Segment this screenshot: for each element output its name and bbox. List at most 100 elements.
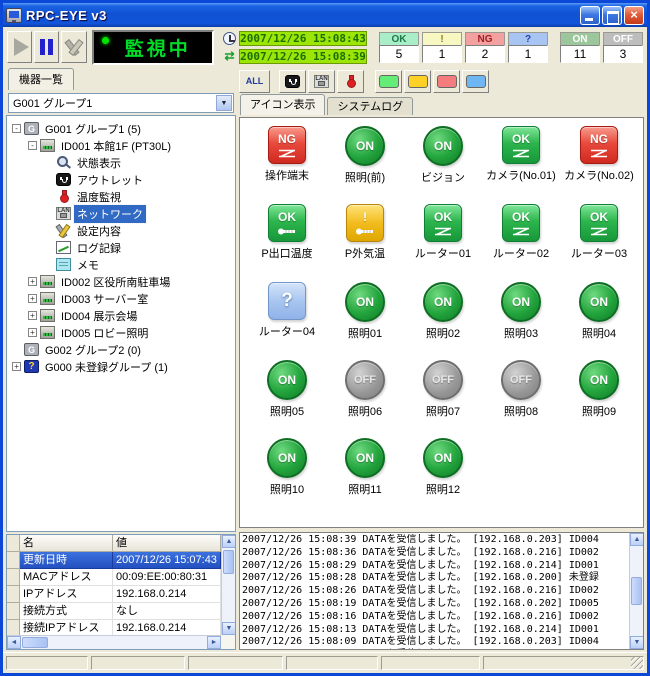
tree-expander[interactable]: - xyxy=(12,124,21,133)
property-row[interactable]: 更新日時 2007/12/26 15:07:43 xyxy=(7,552,221,569)
device-status-cell[interactable]: ON 照明01 xyxy=(326,282,404,360)
tree-item[interactable]: - ID001 本館1F (PT30L) xyxy=(7,137,235,154)
tree-expander[interactable]: + xyxy=(12,362,21,371)
device-status-icon[interactable]: OFF xyxy=(501,360,541,400)
tree-expander[interactable]: + xyxy=(28,294,37,303)
device-status-cell[interactable]: NG 操作端末 xyxy=(248,126,326,204)
property-row[interactable]: IPアドレス 192.168.0.214 xyxy=(7,586,221,603)
device-status-cell[interactable]: ON ビジョン xyxy=(404,126,482,204)
device-status-icon[interactable]: ! xyxy=(346,204,384,242)
device-status-cell[interactable]: ON 照明03 xyxy=(482,282,560,360)
device-status-cell[interactable]: ON 照明02 xyxy=(404,282,482,360)
tree-item[interactable]: ログ記録 xyxy=(7,239,235,256)
filter-outlet-button[interactable] xyxy=(279,70,306,93)
minimize-button[interactable] xyxy=(580,6,600,25)
tree-expander[interactable]: + xyxy=(28,311,37,320)
scroll-up-icon[interactable]: ▲ xyxy=(222,535,236,548)
device-status-icon[interactable]: ON xyxy=(345,282,385,322)
settings-button[interactable] xyxy=(61,31,86,63)
property-row[interactable]: MACアドレス 00:09:EE:00:80:31 xyxy=(7,569,221,586)
maximize-button[interactable] xyxy=(602,6,622,25)
device-status-icon[interactable]: ON xyxy=(345,438,385,478)
device-status-icon[interactable]: ? xyxy=(268,282,306,320)
device-status-cell[interactable]: ON 照明12 xyxy=(404,438,482,516)
device-status-icon[interactable]: NG xyxy=(268,126,306,164)
device-status-icon[interactable]: ON xyxy=(267,360,307,400)
filter-green-button[interactable] xyxy=(375,70,402,93)
scroll-down-icon[interactable]: ▼ xyxy=(630,636,644,649)
device-status-icon[interactable]: OK xyxy=(580,204,618,242)
group-select[interactable]: G001 グループ1 ▼ xyxy=(8,93,234,113)
filter-red-button[interactable] xyxy=(433,70,460,93)
resize-grip[interactable] xyxy=(631,657,643,669)
device-status-icon[interactable]: ON xyxy=(579,282,619,322)
device-status-icon[interactable]: OK xyxy=(268,204,306,242)
device-status-cell[interactable]: OK ルーター02 xyxy=(482,204,560,282)
tree-item[interactable]: - G001 グループ1 (5) xyxy=(7,120,235,137)
property-table-vscrollbar[interactable]: ▲ ▼ xyxy=(221,535,235,635)
close-button[interactable]: × xyxy=(624,6,644,25)
log-vscrollbar[interactable]: ▲ ▼ xyxy=(629,533,643,649)
tree-item[interactable]: 設定内容 xyxy=(7,222,235,239)
device-status-icon[interactable]: OK xyxy=(424,204,462,242)
tree-item[interactable]: 温度監視 xyxy=(7,188,235,205)
device-status-cell[interactable]: ON 照明(前) xyxy=(326,126,404,204)
tree-expander[interactable]: + xyxy=(28,277,37,286)
device-status-cell[interactable]: NG カメラ(No.02) xyxy=(560,126,638,204)
device-status-icon[interactable]: ON xyxy=(423,282,463,322)
device-status-icon[interactable]: OFF xyxy=(423,360,463,400)
tree-item[interactable]: ネットワーク xyxy=(7,205,235,222)
device-status-icon[interactable]: ON xyxy=(501,282,541,322)
scroll-left-icon[interactable]: ◄ xyxy=(7,636,21,649)
device-status-icon[interactable]: NG xyxy=(580,126,618,164)
property-row[interactable]: 接続方式 なし xyxy=(7,603,221,620)
tab-device-list[interactable]: 機器一覧 xyxy=(8,68,74,90)
view-tab[interactable]: アイコン表示 xyxy=(240,94,325,115)
device-status-cell[interactable]: ON 照明09 xyxy=(560,360,638,438)
device-status-cell[interactable]: OK ルーター01 xyxy=(404,204,482,282)
pause-monitoring-button[interactable] xyxy=(34,31,59,63)
title-bar[interactable]: RPC-EYE v3 × xyxy=(3,3,647,27)
system-log[interactable]: 2007/12/26 15:08:39 DATAを受信しました。 [192.16… xyxy=(239,532,644,650)
tree-item[interactable]: + ID003 サーバー室 xyxy=(7,290,235,307)
property-table-hscrollbar[interactable]: ◄ ► xyxy=(7,635,221,649)
device-status-icon[interactable]: ON xyxy=(423,438,463,478)
device-status-cell[interactable]: ON 照明11 xyxy=(326,438,404,516)
device-status-cell[interactable]: OFF 照明08 xyxy=(482,360,560,438)
device-status-icon[interactable]: OFF xyxy=(345,360,385,400)
show-all-button[interactable]: ALL xyxy=(239,70,270,93)
scroll-down-icon[interactable]: ▼ xyxy=(222,622,236,635)
tree-item[interactable]: G002 グループ2 (0) xyxy=(7,341,235,358)
tree-item[interactable]: 状態表示 xyxy=(7,154,235,171)
tree-item[interactable]: + G000 未登録グループ (1) xyxy=(7,358,235,375)
scroll-right-icon[interactable]: ► xyxy=(207,636,221,649)
device-status-cell[interactable]: ? ルーター04 xyxy=(248,282,326,360)
filter-temperature-button[interactable] xyxy=(337,70,364,93)
device-status-cell[interactable]: OK P出口温度 xyxy=(248,204,326,282)
device-status-cell[interactable]: ! P外気温 xyxy=(326,204,404,282)
device-status-cell[interactable]: OFF 照明07 xyxy=(404,360,482,438)
device-status-icon[interactable]: ON xyxy=(345,126,385,166)
view-tab[interactable]: システムログ xyxy=(327,97,413,115)
scroll-up-icon[interactable]: ▲ xyxy=(630,533,644,546)
tree-item[interactable]: + ID002 区役所南駐車場 xyxy=(7,273,235,290)
device-status-cell[interactable]: ON 照明05 xyxy=(248,360,326,438)
device-status-icon[interactable]: OK xyxy=(502,204,540,242)
tree-item[interactable]: アウトレット xyxy=(7,171,235,188)
device-status-cell[interactable]: OFF 照明06 xyxy=(326,360,404,438)
tree-expander[interactable]: + xyxy=(28,328,37,337)
start-monitoring-button[interactable] xyxy=(7,31,32,63)
device-status-icon[interactable]: OK xyxy=(502,126,540,164)
filter-yellow-button[interactable] xyxy=(404,70,431,93)
device-status-cell[interactable]: OK カメラ(No.01) xyxy=(482,126,560,204)
device-status-icon[interactable]: ON xyxy=(267,438,307,478)
scrollbar-thumb[interactable] xyxy=(223,550,234,574)
tree-item[interactable]: + ID005 ロビー照明 xyxy=(7,324,235,341)
tree-item[interactable]: + ID004 展示会場 xyxy=(7,307,235,324)
device-status-cell[interactable]: ON 照明10 xyxy=(248,438,326,516)
filter-network-button[interactable] xyxy=(308,70,335,93)
device-status-cell[interactable]: OK ルーター03 xyxy=(560,204,638,282)
scrollbar-thumb[interactable] xyxy=(22,637,48,648)
device-status-icon[interactable]: ON xyxy=(423,126,463,166)
tree-item[interactable]: メモ xyxy=(7,256,235,273)
